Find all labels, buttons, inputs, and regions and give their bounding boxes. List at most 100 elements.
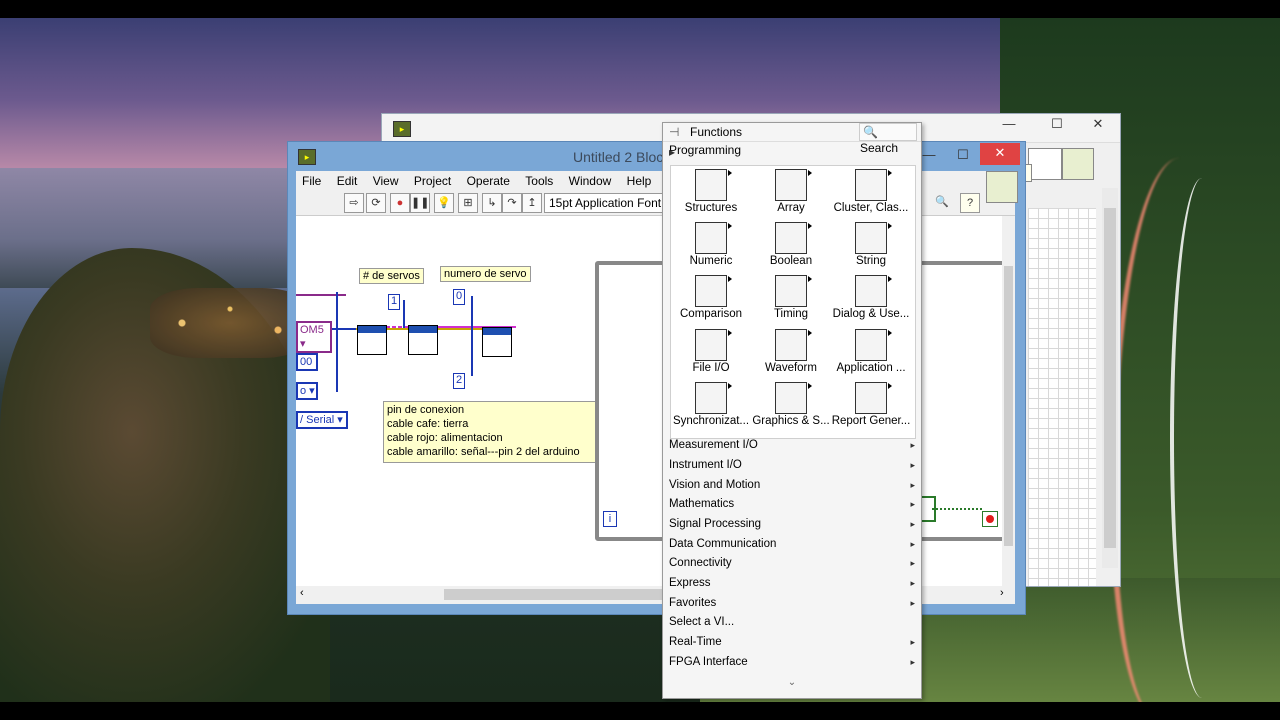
menu-edit[interactable]: Edit	[331, 171, 364, 191]
numeric-palette-item[interactable]: Numeric	[671, 219, 751, 272]
highlight-execution-button[interactable]: 💡	[434, 193, 454, 213]
menu-tools[interactable]: Tools	[519, 171, 559, 191]
search-button[interactable]: 🔍Search	[859, 123, 917, 155]
synchronization-icon	[695, 382, 732, 414]
category-vision-motion[interactable]: Vision and Motion ▸	[669, 476, 915, 495]
scroll-thumb[interactable]	[1004, 266, 1013, 546]
menu-file[interactable]: File	[296, 171, 327, 191]
front-panel-grid[interactable]	[1028, 208, 1096, 586]
retain-wire-values-button[interactable]: ⊞	[458, 193, 478, 213]
run-button[interactable]: ⇨	[344, 193, 364, 213]
grid-icon[interactable]	[1028, 148, 1062, 180]
pin-constant[interactable]: 2	[453, 373, 465, 389]
scroll-left-icon[interactable]: ‹	[300, 587, 304, 599]
programming-category[interactable]: Programming ▸	[663, 142, 921, 160]
structures-palette-item[interactable]: Structures	[671, 166, 751, 219]
report-palette-item[interactable]: Report Gener...	[831, 379, 911, 432]
item-label: Report Gener...	[831, 415, 911, 427]
submenu-arrow-icon: ▸	[910, 657, 915, 667]
graphics-palette-item[interactable]: Graphics & S...	[751, 379, 831, 432]
array-icon	[775, 169, 812, 201]
category-label: Data Communication	[669, 538, 777, 550]
category-signal-processing[interactable]: Signal Processing ▸	[669, 515, 915, 534]
menu-project[interactable]: Project	[408, 171, 457, 191]
chevron-down-icon: ▸	[669, 145, 676, 159]
help-icon[interactable]: ?	[960, 193, 980, 213]
cluster-palette-item[interactable]: Cluster, Clas...	[831, 166, 911, 219]
board-type-control[interactable]: o ▾	[296, 382, 318, 400]
submenu-arrow-icon: ▸	[910, 558, 915, 568]
step-out-button[interactable]: ↥	[522, 193, 542, 213]
submenu-arrow-icon: ▸	[910, 519, 915, 529]
array-palette-item[interactable]: Array	[751, 166, 831, 219]
cluster-icon	[855, 169, 892, 201]
item-label: Numeric	[689, 255, 733, 267]
servo-open-vi[interactable]	[408, 325, 438, 355]
category-select-vi[interactable]: Select a VI...	[669, 613, 915, 632]
functions-palette[interactable]: ⊣ Functions 🔍Search Programming ▸ Struct…	[662, 122, 922, 699]
close-button[interactable]: ✕	[980, 143, 1020, 165]
block-diagram-vscroll[interactable]	[1002, 216, 1015, 586]
connection-type-control[interactable]: / Serial ▾	[296, 411, 348, 429]
com-port-control[interactable]: OM5 ▾	[296, 321, 332, 353]
menu-window[interactable]: Window	[563, 171, 618, 191]
servo-number-constant[interactable]: 0	[453, 289, 465, 305]
category-instrument-io[interactable]: Instrument I/O ▸	[669, 456, 915, 475]
scroll-right-icon[interactable]: ›	[1000, 587, 1004, 599]
chevron-down-icon[interactable]: ⌄	[663, 677, 921, 688]
comment-line: cable cafe: tierra	[387, 418, 469, 430]
run-continuously-button[interactable]: ⟳	[366, 193, 386, 213]
menu-operate[interactable]: Operate	[461, 171, 516, 191]
close-button[interactable]: ✕	[1083, 114, 1113, 136]
menu-help[interactable]: Help	[621, 171, 658, 191]
menu-view[interactable]: View	[367, 171, 405, 191]
category-measurement-io[interactable]: Measurement I/O ▸	[669, 436, 915, 455]
servo-write-vi[interactable]	[482, 327, 512, 357]
minimize-button[interactable]: —	[994, 114, 1024, 136]
vi-connector-icon[interactable]	[1062, 148, 1094, 180]
vi-icon[interactable]	[986, 171, 1018, 203]
item-label: Dialog & Use...	[832, 308, 910, 320]
category-data-communication[interactable]: Data Communication ▸	[669, 535, 915, 554]
timing-palette-item[interactable]: Timing	[751, 272, 831, 325]
category-real-time[interactable]: Real-Time ▸	[669, 633, 915, 652]
submenu-arrow-icon: ▸	[910, 440, 915, 450]
comparison-palette-item[interactable]: Comparison	[671, 272, 751, 325]
programming-icon-grid: Structures Array Cluster, Clas... Numeri…	[670, 165, 916, 439]
pause-button[interactable]: ❚❚	[410, 193, 430, 213]
comment-block[interactable]: pin de conexion cable cafe: tierra cable…	[383, 401, 598, 463]
file-io-palette-item[interactable]: File I/O	[671, 326, 751, 379]
structures-icon	[695, 169, 732, 201]
scroll-thumb[interactable]	[444, 589, 674, 600]
application-palette-item[interactable]: Application ...	[831, 326, 911, 379]
pin-icon[interactable]: ⊣	[669, 125, 679, 139]
category-express[interactable]: Express ▸	[669, 574, 915, 593]
visa-wire	[296, 294, 346, 296]
category-mathematics[interactable]: Mathematics ▸	[669, 495, 915, 514]
baud-rate-control[interactable]: 00	[296, 353, 318, 371]
front-panel-vscroll[interactable]	[1102, 188, 1118, 568]
search-icon[interactable]: 🔍	[933, 193, 951, 211]
step-into-button[interactable]: ↳	[482, 193, 502, 213]
vi-header	[409, 326, 437, 333]
stop-condition-terminal[interactable]	[982, 511, 998, 527]
category-fpga-interface[interactable]: FPGA Interface ▸	[669, 653, 915, 672]
step-over-button[interactable]: ↷	[502, 193, 522, 213]
category-connectivity[interactable]: Connectivity ▸	[669, 554, 915, 573]
category-favorites[interactable]: Favorites ▸	[669, 594, 915, 613]
maximize-button[interactable]: ☐	[1042, 114, 1072, 136]
boolean-palette-item[interactable]: Boolean	[751, 219, 831, 272]
maximize-button[interactable]: ☐	[948, 145, 978, 167]
linx-open-vi[interactable]	[357, 325, 387, 355]
palette-title: Functions	[690, 125, 743, 139]
string-palette-item[interactable]: String	[831, 219, 911, 272]
waveform-palette-item[interactable]: Waveform	[751, 326, 831, 379]
dialog-palette-item[interactable]: Dialog & Use...	[831, 272, 911, 325]
font-selector[interactable]: 15pt Application Font	[544, 193, 668, 213]
iteration-terminal[interactable]: i	[603, 511, 617, 527]
search-icon: 🔍	[863, 125, 878, 139]
servos-constant[interactable]: 1	[388, 294, 400, 310]
synchronization-palette-item[interactable]: Synchronizat...	[671, 379, 751, 432]
abort-button[interactable]: ●	[390, 193, 410, 213]
scroll-thumb[interactable]	[1104, 208, 1116, 548]
